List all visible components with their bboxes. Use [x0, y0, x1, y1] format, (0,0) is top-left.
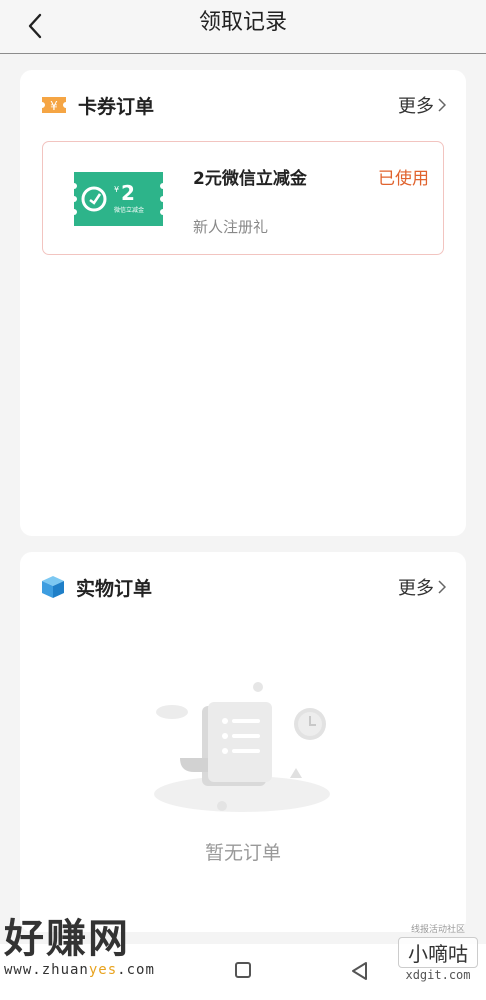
empty-orders-text: 暂无订单: [204, 842, 281, 864]
coupon-status-badge: 已使用: [378, 169, 429, 189]
coupon-orders-header: ¥ 卡券订单 更多: [40, 90, 446, 120]
watermark-brand: 好赚网: [4, 916, 130, 962]
watermark-right-top: 线报活动社区: [410, 925, 465, 935]
watermark-left: 好赚网 www.zhuanyes.com: [4, 916, 194, 978]
coupon-thumb-currency: ¥: [114, 185, 119, 194]
page-title: 领取记录: [198, 10, 287, 35]
top-bar: 领取记录: [0, 0, 486, 54]
chevron-right-icon: [438, 580, 446, 594]
watermark-right-brand: 小嘀咕: [398, 937, 478, 968]
coupon-thumbnail: ¥ 2 微信立减金: [74, 172, 163, 226]
more-label: 更多: [398, 578, 434, 599]
chevron-right-icon: [438, 98, 446, 112]
more-label: 更多: [398, 96, 434, 117]
empty-orders-illustration: [154, 682, 330, 812]
home-button[interactable]: [235, 962, 251, 978]
watermark-right: 线报活动社区 小嘀咕 xdgit.com: [398, 922, 478, 982]
nav-back-icon[interactable]: [350, 961, 368, 981]
physical-orders-title: 实物订单: [76, 577, 153, 600]
watermark-right-url: xdgit.com: [405, 968, 471, 982]
box-icon: [42, 576, 64, 598]
physical-orders-header: 实物订单 更多: [40, 572, 446, 602]
coupon-subtitle: 新人注册礼: [193, 218, 269, 236]
coupon-orders-more-link[interactable]: 更多: [398, 92, 446, 118]
ticket-icon: ¥: [42, 97, 66, 113]
coupon-name: 2元微信立减金: [193, 169, 307, 189]
coupon-orders-title: 卡券订单: [78, 95, 155, 118]
physical-orders-more-link[interactable]: 更多: [398, 574, 446, 600]
watermark-url: www.zhuanyes.com: [4, 962, 155, 978]
svg-text:¥: ¥: [50, 99, 58, 113]
coupon-list-item[interactable]: ¥ 2 微信立减金 2元微信立减金 新人注册礼 已使用: [42, 141, 444, 255]
coupon-thumb-amount: 2: [121, 181, 135, 205]
physical-orders-card: 实物订单 更多 暂无订单: [20, 552, 466, 932]
coupon-orders-card: ¥ 卡券订单 更多 ¥ 2 微信立减金 2元微信立减金 新人注册礼 已使用: [20, 70, 466, 536]
coupon-thumb-caption: 微信立减金: [114, 206, 144, 214]
